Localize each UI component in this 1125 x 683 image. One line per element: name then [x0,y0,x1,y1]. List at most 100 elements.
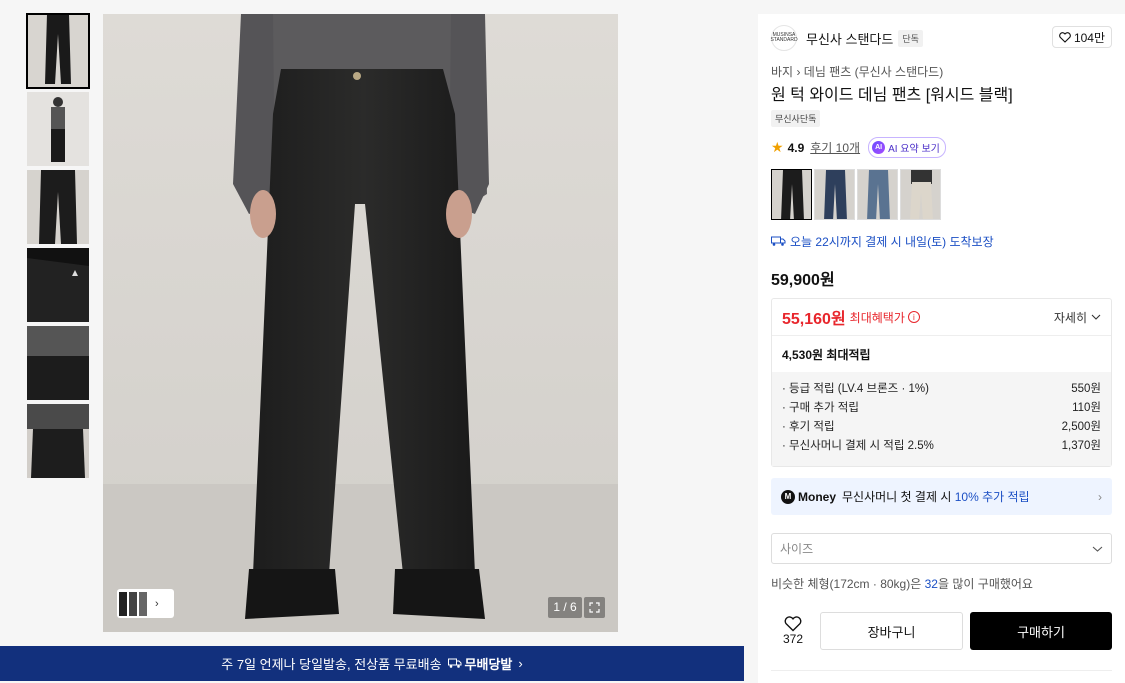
thumbnail-5-image [27,326,89,400]
buy-now-button[interactable]: 구매하기 [970,612,1112,650]
benefit-box: 55,160원 최대혜택가 i 자세히 4,530원 최대적립 · 등급 적립 … [771,298,1112,467]
purchase-actions: 372 장바구니 구매하기 [771,612,1112,650]
points-row-label: · 등급 적립 (LV.4 브론즈 · 1%) [782,382,929,395]
max-benefit-price: 55,160원 [782,311,846,328]
thumbnail-1[interactable] [26,13,90,89]
detail-label: 자세히 [1053,310,1087,325]
brand-exclusive-badge: 단독 [898,29,923,47]
chevron-right-icon: › [1098,489,1102,504]
points-row-value: 1,370원 [1061,439,1101,452]
money-highlight: 10% 추가 적립 [954,490,1030,504]
color-option[interactable] [814,169,855,220]
max-points: 4,530원 최대적립 [782,347,871,362]
expand-icon[interactable] [584,597,605,618]
thumbnail-5[interactable] [27,326,89,400]
max-benefit-label: 최대혜택가 [849,310,905,325]
musinsa-money-promo[interactable]: M Money 무신사머니 첫 결제 시 10% 추가 적립 › [771,478,1112,515]
benefit-header: 55,160원 최대혜택가 i 자세히 [772,299,1111,336]
product-price: 59,900원 [771,272,835,289]
main-product-image[interactable] [103,14,618,632]
heart-icon [1059,31,1071,43]
points-row-value: 110원 [1072,401,1101,414]
similar-count: 32 [924,577,938,591]
color-swatch-image [815,170,854,219]
product-title: 원 턱 와이드 데님 팬츠 [워시드 블랙] [771,87,1013,104]
points-row: · 구매 추가 적립 110원 [782,397,1101,416]
gallery-area: › 1 / 6 주 7일 언제나 당일발송, 전상품 무료배송 무배당발 › [0,0,744,683]
thumbnail-1-image [27,14,89,88]
brand-like-count: 104만 [1073,30,1105,45]
similar-post: 을 많이 구매했어요 [937,577,1033,591]
mini-thumb [119,591,127,616]
delivery-text: 오늘 22시까지 결제 시 내일(토) 도착보장 [790,235,994,249]
reviews-link[interactable]: 후기 10개 [810,139,860,156]
similar-body-hint: 비슷한 체형(172cm · 80kg)은 32을 많이 구매했어요 [771,575,1033,592]
color-swatch-image [901,170,940,219]
info-icon[interactable]: i [907,311,920,323]
breadcrumb-subcategory[interactable]: 데님 팬츠 (무신사 스탠다드) [804,65,943,79]
points-breakdown: · 등급 적립 (LV.4 브론즈 · 1%) 550원 · 구매 추가 적립 … [772,372,1111,466]
add-to-cart-button[interactable]: 장바구니 [820,612,963,650]
star-icon: ★ [771,139,784,155]
brand-name[interactable]: 무신사 스탠다드 [806,29,893,48]
ai-summary-label: AI 요약 보기 [888,144,940,155]
brand-row: MUSINSA STANDARD 무신사 스탠다드 단독 104만 [770,24,1112,52]
exclusive-tag: 무신사단독 [771,110,821,127]
thumbnail-4-image [27,248,89,322]
money-logo-icon: M [781,489,795,504]
chevron-right-icon: › [155,597,159,610]
brand-logo[interactable]: MUSINSA STANDARD [770,25,798,51]
thumbnail-3[interactable] [27,170,89,244]
rating-score: 4.9 [787,140,805,155]
wishlist-button[interactable]: 372 [771,616,815,646]
thumbnail-6-image [27,404,89,478]
banner-text: 주 7일 언제나 당일발송, 전상품 무료배송 [221,657,442,672]
thumbnail-list [26,13,90,482]
color-swatch-image [772,170,811,219]
points-row-label: · 무신사머니 결제 시 적립 2.5% [782,439,934,452]
color-swatch-image [858,170,897,219]
product-info-panel: MUSINSA STANDARD 무신사 스탠다드 단독 104만 바지 › 데… [758,14,1125,683]
chevron-down-icon [1092,546,1103,552]
mini-thumb [139,591,147,616]
points-row-value: 2,500원 [1061,420,1101,433]
banner-tag: 무배당발 [447,654,513,673]
thumbnail-2[interactable] [27,92,89,166]
thumbnail-3-image [27,170,89,244]
delivery-truck-icon [771,236,786,246]
similar-pre: 비슷한 체형(172cm · 80kg)은 [771,577,922,591]
points-row: · 후기 적립 2,500원 [782,416,1101,435]
rating-row: ★ 4.9 후기 10개 AI AI 요약 보기 [771,137,946,158]
banner-tag-label: 무배당발 [464,657,513,672]
chevron-right-icon: › [518,656,523,671]
wishlist-count: 372 [782,632,804,646]
size-select[interactable]: 사이즈 [771,533,1112,564]
color-options [771,169,941,220]
ai-summary-button[interactable]: AI AI 요약 보기 [868,137,946,158]
brand-like-button[interactable]: 104만 [1051,26,1112,48]
color-option[interactable] [771,169,812,220]
color-option[interactable] [857,169,898,220]
breadcrumb-category[interactable]: 바지 [771,65,793,79]
delivery-guarantee: 오늘 22시까지 결제 시 내일(토) 도착보장 [771,233,994,250]
thumbnail-4[interactable] [27,248,89,322]
money-name: Money [798,489,837,504]
ai-icon: AI [872,141,886,154]
points-row-label: · 후기 적립 [782,420,835,433]
color-option[interactable] [900,169,941,220]
benefit-detail-toggle[interactable]: 자세히 [1054,309,1101,326]
thumbnail-6[interactable] [27,404,89,478]
mini-thumbnail-strip[interactable]: › [117,589,174,618]
money-text: 무신사머니 첫 결제 시 [842,490,952,504]
points-row: · 등급 적립 (LV.4 브론즈 · 1%) 550원 [782,378,1101,397]
points-row-label: · 구매 추가 적립 [782,401,859,414]
heart-icon [784,616,802,632]
image-counter: 1 / 6 [548,597,582,618]
thumbnail-2-image [27,92,89,166]
mini-thumb [129,591,137,616]
main-image-art [103,14,618,632]
chevron-down-icon [1091,314,1101,320]
delivery-truck-icon [447,658,462,668]
shipping-banner[interactable]: 주 7일 언제나 당일발송, 전상품 무료배송 무배당발 › [0,646,744,681]
points-row-value: 550원 [1071,382,1101,395]
